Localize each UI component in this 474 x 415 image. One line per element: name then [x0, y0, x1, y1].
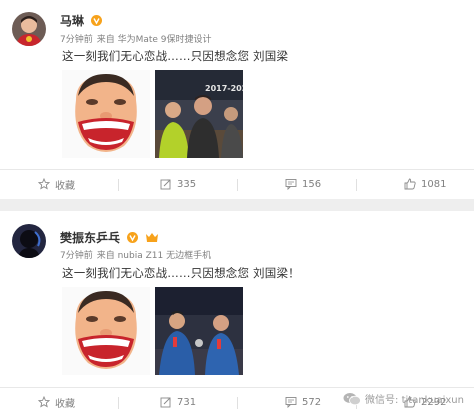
post-meta: 7分钟前 来自 nubia Z11 无边框手机 [60, 248, 211, 261]
post-source: 来自 华为Mate 9保时捷设计 [96, 35, 212, 45]
like-button[interactable]: 1081 [404, 170, 446, 198]
match-photo[interactable] [155, 287, 243, 375]
avatar[interactable] [12, 224, 46, 258]
wechat-icon [343, 392, 361, 405]
divider [118, 397, 119, 409]
repost-count: 335 [177, 178, 197, 190]
divider [237, 397, 238, 409]
caricature-image[interactable] [62, 287, 150, 375]
comment-button[interactable]: 156 [285, 170, 321, 198]
divider [356, 179, 357, 191]
collect-label: 收藏 [55, 180, 75, 192]
repost-icon [160, 179, 171, 190]
caricature-image[interactable] [62, 70, 150, 158]
like-count: 1081 [421, 178, 447, 190]
repost-icon [160, 397, 171, 408]
watermark-text: 微信号: titankuaixun [365, 395, 464, 406]
comment-button[interactable]: 572 [285, 388, 321, 415]
divider [118, 179, 119, 191]
comment-count: 572 [302, 396, 322, 408]
collect-button[interactable]: 收藏 [38, 388, 75, 415]
repost-button[interactable]: 335 [160, 170, 196, 198]
comment-count: 156 [302, 178, 322, 190]
post-source: 来自 nubia Z11 无边框手机 [96, 251, 212, 261]
post-time[interactable]: 7分钟前 [60, 35, 93, 45]
author-name[interactable]: 马琳 [60, 12, 103, 29]
verified-badge-icon [91, 14, 103, 29]
weibo-post: 马琳 7分钟前 来自 华为Mate 9保时捷设计 这一刻我们无心恋战……只因想念您… [0, 0, 474, 199]
divider [237, 179, 238, 191]
post-meta: 7分钟前 来自 华为Mate 9保时捷设计 [60, 32, 212, 45]
post-content: 这一刻我们无心恋战……只因想念您 刘国梁 [62, 49, 289, 63]
photo-banner-text: 2017-202 [205, 84, 243, 93]
avatar[interactable] [12, 12, 46, 46]
star-icon [38, 396, 50, 408]
collect-button[interactable]: 收藏 [38, 170, 75, 198]
verified-badge-icon [127, 231, 139, 246]
star-icon [38, 178, 50, 190]
weibo-post: 樊振东乒乓 7分钟前 来自 nubia Z11 无边框手机 这一刻我们无心恋战……… [0, 211, 474, 415]
match-photo[interactable]: 2017-202 [155, 70, 243, 158]
post-content: 这一刻我们无心恋战……只因想念您 刘国梁！ [62, 266, 300, 280]
author-name[interactable]: 樊振东乒乓 [60, 229, 159, 246]
member-badge-icon [145, 232, 159, 246]
action-bar: 收藏 335 156 1081 [0, 169, 474, 197]
repost-count: 731 [177, 396, 197, 408]
collect-label: 收藏 [55, 398, 75, 410]
wechat-watermark: 微信号: titankuaixun [343, 391, 464, 406]
like-icon [404, 178, 416, 190]
comment-icon [285, 179, 297, 190]
repost-button[interactable]: 731 [160, 388, 196, 415]
post-time[interactable]: 7分钟前 [60, 251, 93, 261]
comment-icon [285, 397, 297, 408]
